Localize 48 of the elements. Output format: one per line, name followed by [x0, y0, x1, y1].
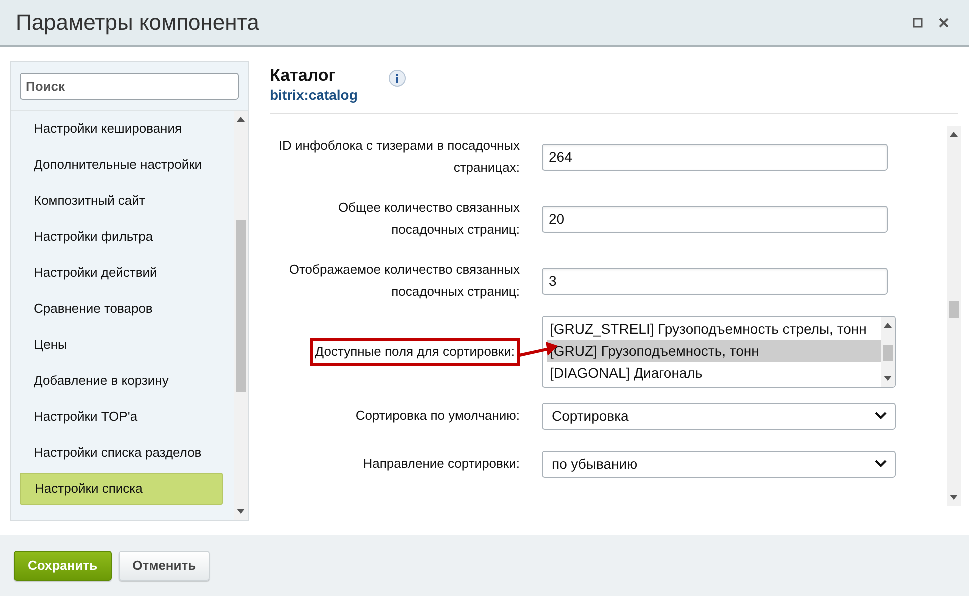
text-input[interactable]: 3 — [542, 268, 888, 294]
sidebar-item[interactable]: Настройки кеширования — [20, 113, 223, 145]
component-title: Каталог — [270, 66, 337, 86]
chevron-down-icon — [875, 412, 887, 420]
dropdown[interactable]: Сортировка — [542, 402, 896, 430]
maximize-icon[interactable] — [913, 18, 923, 28]
field-label: Доступные поля для сортировки: — [310, 338, 520, 366]
scroll-down-icon[interactable] — [237, 509, 245, 514]
sidebar-item[interactable]: Настройки TOP'a — [20, 401, 223, 433]
scroll-thumb[interactable] — [949, 301, 959, 318]
text-input[interactable]: 20 — [542, 206, 888, 232]
component-code: bitrix:catalog — [270, 86, 358, 104]
sidebar-item[interactable]: Сравнение товаров — [20, 293, 223, 325]
sidebar-item[interactable]: Настройки списка разделов — [20, 437, 223, 469]
scroll-up-icon[interactable] — [884, 323, 892, 328]
field-label: Отображаемое количество связанных посадочных страниц: — [288, 261, 520, 301]
multi-select-list[interactable]: [GRUZ_STRELI] Грузоподъемность стрелы, тонн [GRUZ] Грузоподъемность, тонн [DIAGONAL] Диагональ — [542, 316, 896, 388]
field-label: ID инфоблока с тизерами в посадочных страницах: — [278, 137, 520, 177]
field-label: Направление сортировки: — [363, 455, 520, 473]
chevron-down-icon — [875, 460, 887, 468]
scrollbar[interactable] — [234, 111, 248, 520]
field-label: Сортировка по умолчанию: — [356, 407, 520, 425]
list-option[interactable]: [DIAGONAL] Диагональ — [547, 362, 881, 384]
list-option[interactable]: [GRUZ] Грузоподъемность, тонн — [547, 340, 881, 362]
cancel-button[interactable]: Отменить — [118, 550, 210, 580]
field-label: Общее количество связанных посадочных страниц: — [337, 199, 520, 239]
scroll-down-icon[interactable] — [950, 495, 958, 500]
scroll-thumb[interactable] — [883, 345, 893, 361]
scroll-up-icon[interactable] — [237, 117, 245, 122]
scroll-thumb[interactable] — [236, 220, 246, 392]
sidebar-item[interactable]: Настройки списка — [20, 473, 223, 505]
sidebar-item[interactable]: Цены — [20, 329, 223, 361]
scroll-up-icon[interactable] — [950, 132, 958, 137]
list-option[interactable]: [GRUZ_STRELI] Грузоподъемность стрелы, тонн — [547, 318, 881, 340]
scrollbar[interactable] — [881, 317, 895, 387]
sidebar-item[interactable]: Добавление в корзину — [20, 365, 223, 397]
sidebar-item[interactable]: Настройки действий — [20, 257, 223, 289]
text-input[interactable]: 264 — [542, 144, 888, 170]
window-title: Параметры компонента — [16, 9, 260, 37]
info-icon[interactable] — [388, 70, 406, 87]
search-field[interactable]: Поиск — [20, 73, 239, 100]
scroll-down-icon[interactable] — [884, 376, 892, 381]
scrollbar[interactable] — [947, 126, 961, 506]
sidebar-item[interactable]: Композитный сайт — [20, 185, 223, 217]
sidebar-item[interactable]: Дополнительные настройки — [20, 149, 223, 181]
close-icon[interactable] — [939, 18, 949, 28]
dropdown[interactable]: по убыванию — [542, 450, 896, 478]
sidebar-item[interactable]: Настройки фильтра — [20, 221, 223, 253]
